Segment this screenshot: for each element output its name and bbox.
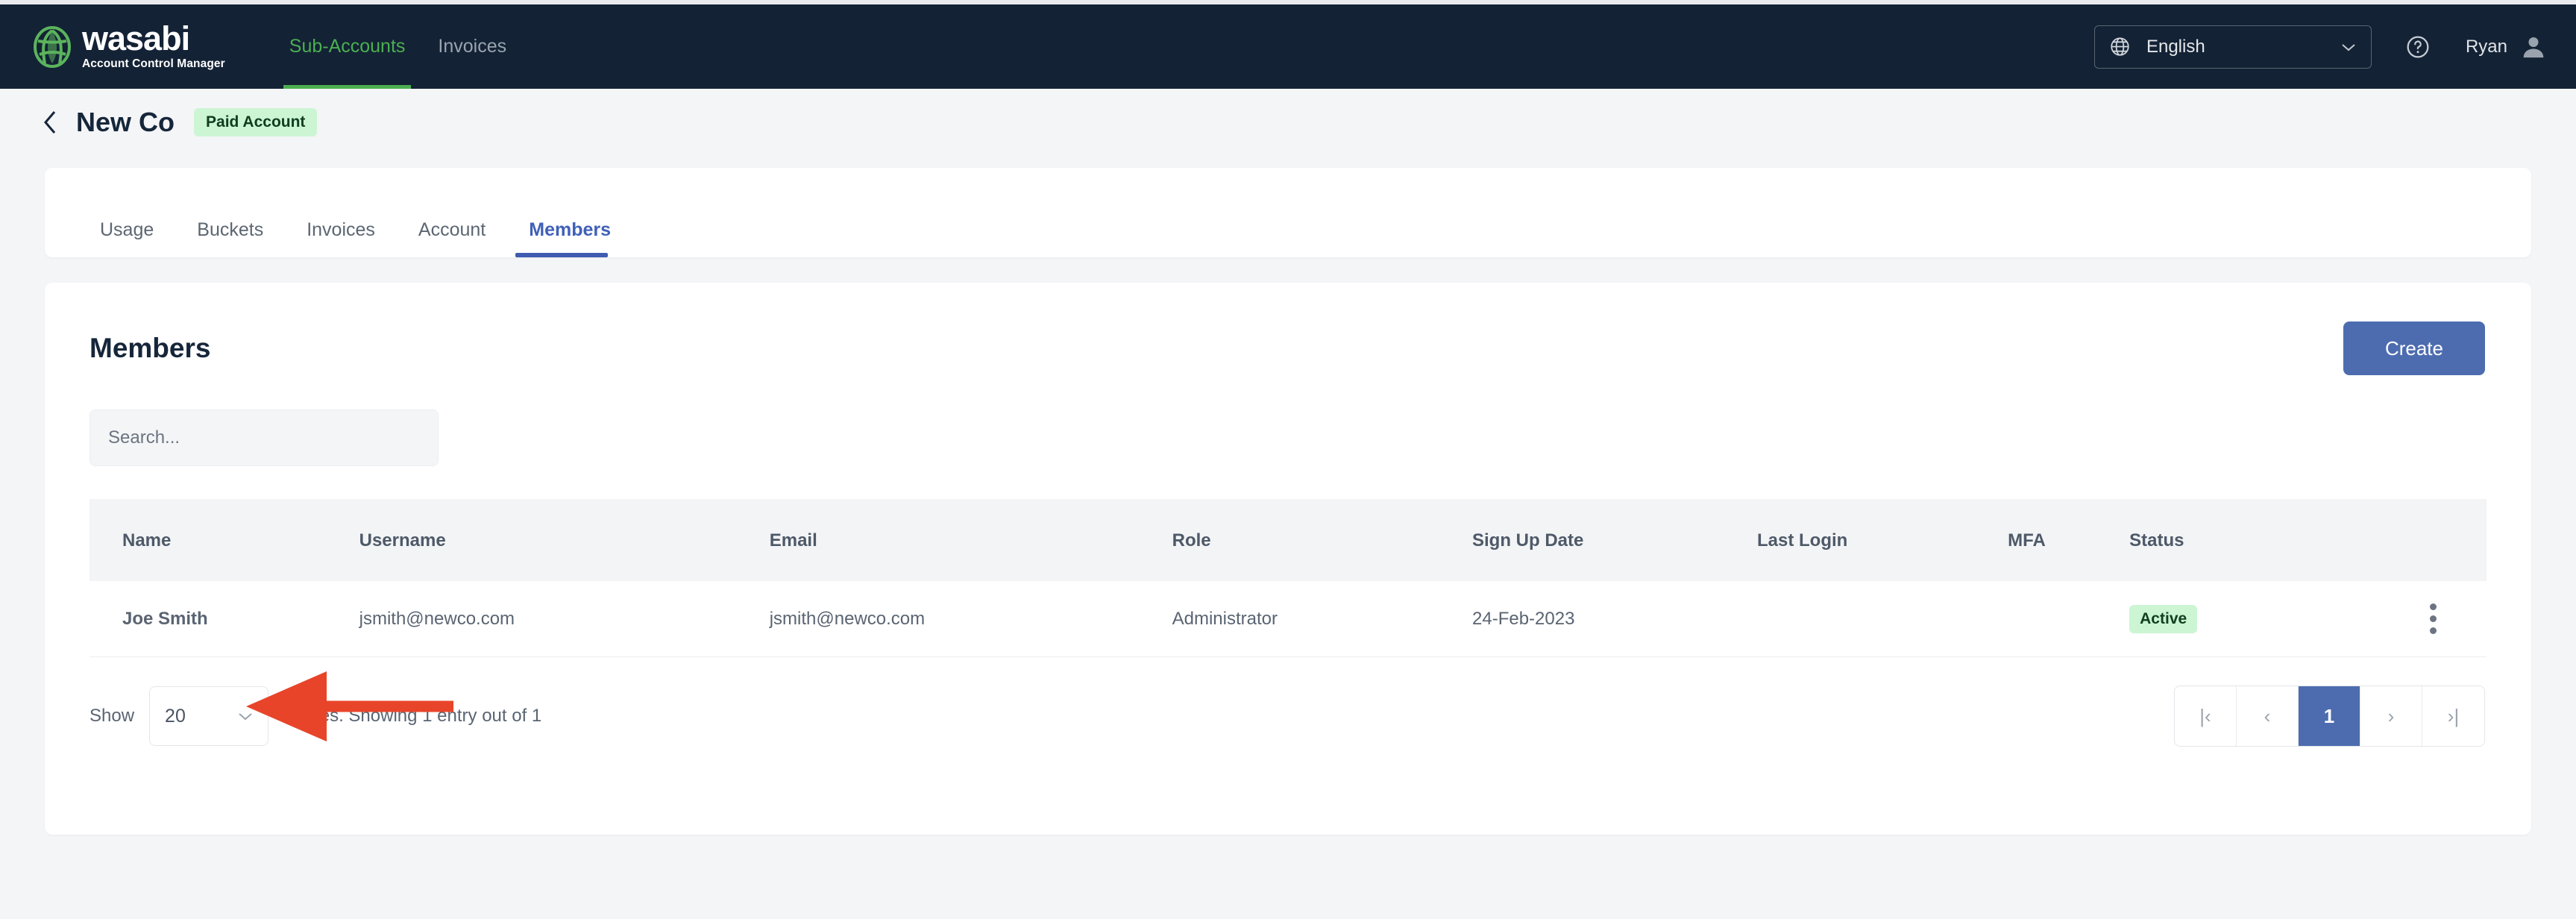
search-input[interactable] (89, 410, 439, 466)
page-header: New Co Paid Account (0, 89, 2576, 156)
cell-mfa (2008, 581, 2130, 657)
cell-signup-date: 24-Feb-2023 (1472, 581, 1757, 657)
column-header-email[interactable]: Email (770, 499, 1172, 581)
tab-usage[interactable]: Usage (87, 219, 167, 257)
column-header-role[interactable]: Role (1172, 499, 1472, 581)
help-circle-icon[interactable] (2406, 35, 2430, 59)
show-label: Show (89, 706, 135, 726)
navbar-links: Sub-Accounts Invoices (273, 4, 523, 89)
nav-link-invoices[interactable]: Invoices (421, 4, 523, 89)
create-button[interactable]: Create (2343, 322, 2485, 375)
cell-name[interactable]: Joe Smith (89, 581, 359, 657)
members-card-header: Members Create (45, 283, 2531, 375)
page-size-value: 20 (165, 705, 186, 727)
members-card: Members Create Name Username Email Role … (45, 283, 2531, 835)
tabs-card: Usage Buckets Invoices Account Members (45, 168, 2531, 257)
wasabi-logo-icon (34, 25, 71, 68)
globe-icon (2111, 37, 2129, 56)
entries-summary: entries. Showing 1 entry out of 1 (285, 706, 542, 726)
navbar-right-group: English Ryan (2093, 4, 2546, 89)
tab-label: Buckets (197, 219, 264, 240)
chevron-left-icon[interactable] (42, 110, 58, 135)
tab-label: Account (418, 219, 486, 240)
cell-status: Active (2129, 581, 2381, 657)
cell-last-login (1757, 581, 2008, 657)
kebab-menu-icon[interactable] (2380, 603, 2487, 634)
column-header-last-login[interactable]: Last Login (1757, 499, 2008, 581)
brand-logo[interactable]: wasabi Account Control Manager (33, 22, 225, 71)
column-header-actions (2380, 499, 2487, 581)
language-selector[interactable]: English (2093, 25, 2372, 69)
column-header-signup-date[interactable]: Sign Up Date (1472, 499, 1757, 581)
members-heading: Members (89, 333, 211, 363)
tab-buckets[interactable]: Buckets (183, 219, 277, 257)
table-header: Name Username Email Role Sign Up Date La… (89, 499, 2487, 581)
cell-username: jsmith@newco.com (359, 581, 770, 657)
brand-subtitle: Account Control Manager (82, 57, 225, 70)
brand-wordmark: wasabi (82, 19, 190, 57)
top-navbar: wasabi Account Control Manager Sub-Accou… (0, 4, 2576, 89)
column-header-mfa[interactable]: MFA (2008, 499, 2129, 581)
prev-page-button[interactable]: ‹ (2237, 686, 2299, 746)
table-header-row: Name Username Email Role Sign Up Date La… (89, 499, 2487, 581)
first-page-button[interactable]: |‹ (2175, 686, 2237, 746)
tab-label: Usage (100, 219, 154, 240)
table-row: Joe Smith jsmith@newco.com jsmith@newco.… (89, 581, 2487, 657)
next-page-button[interactable]: › (2360, 686, 2422, 746)
user-avatar-icon[interactable] (2521, 34, 2546, 60)
tab-label: Invoices (307, 219, 375, 240)
last-page-button[interactable]: ›| (2422, 686, 2484, 746)
chevron-down-icon (2342, 43, 2355, 51)
nav-link-label: Invoices (438, 36, 507, 57)
page-title: New Co (76, 107, 175, 137)
chevron-down-icon (239, 713, 252, 721)
search-container (45, 375, 2531, 466)
table-body: Joe Smith jsmith@newco.com jsmith@newco.… (89, 581, 2487, 657)
cell-role: Administrator (1172, 581, 1472, 657)
page-1-button[interactable]: 1 (2299, 686, 2360, 746)
table-footer: Show 20 entries. Showing 1 entry out of … (45, 657, 2531, 747)
tab-account[interactable]: Account (405, 219, 499, 257)
cell-actions (2380, 581, 2487, 657)
pagination: |‹ ‹ 1 › ›| (2174, 686, 2485, 747)
tab-label: Members (529, 219, 612, 240)
column-header-name[interactable]: Name (89, 499, 359, 581)
tab-bar: Usage Buckets Invoices Account Members (87, 168, 641, 257)
column-header-username[interactable]: Username (359, 499, 770, 581)
page-size-select[interactable]: 20 (149, 686, 269, 746)
nav-link-label: Sub-Accounts (289, 36, 406, 57)
language-value: English (2146, 36, 2205, 57)
cell-email: jsmith@newco.com (769, 581, 1172, 657)
tab-members[interactable]: Members (515, 219, 624, 257)
column-header-status[interactable]: Status (2129, 499, 2380, 581)
status-badge: Active (2129, 604, 2198, 633)
paid-account-badge: Paid Account (194, 108, 318, 137)
tab-invoices[interactable]: Invoices (293, 219, 389, 257)
nav-link-sub-accounts[interactable]: Sub-Accounts (273, 4, 422, 89)
user-name-label[interactable]: Ryan (2466, 37, 2507, 57)
members-table: Name Username Email Role Sign Up Date La… (89, 499, 2487, 657)
page-size-group: Show 20 entries. Showing 1 entry out of … (89, 686, 541, 746)
